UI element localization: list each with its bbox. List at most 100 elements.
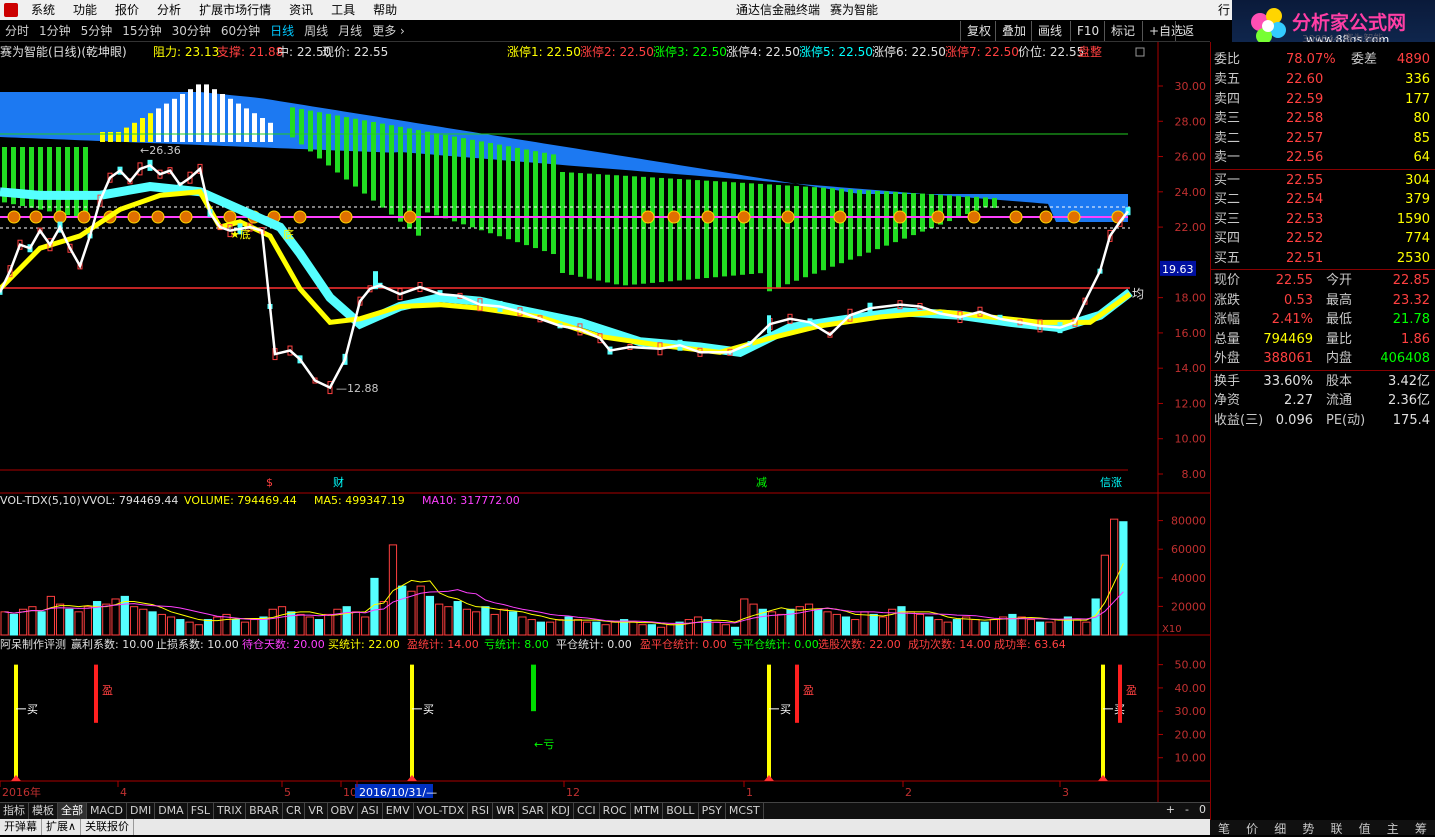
volume-field: VOLUME: 794469.44 [184, 494, 297, 507]
indicator-tab[interactable]: ROC [600, 803, 631, 819]
toolbar-button[interactable]: 叠加 [995, 21, 1032, 41]
indicator-tab[interactable]: MCST [726, 803, 764, 819]
period-tab[interactable]: 分时 [0, 21, 34, 41]
indicator-tab[interactable]: EMV [383, 803, 414, 819]
x-axis-label: 3 [1062, 786, 1069, 799]
indicator-tab[interactable]: TRIX [214, 803, 247, 819]
bottom-bar-button[interactable]: 关联报价 [81, 819, 135, 835]
menu-item[interactable]: 工具 [322, 0, 364, 20]
kline-chart-svg[interactable]: 30.0028.0026.0024.0022.0018.0016.0014.00… [0, 42, 1210, 802]
indicator-tab[interactable]: WR [493, 803, 519, 819]
indicator-tab[interactable]: VR [305, 803, 328, 819]
toolbar-button[interactable]: 画线 [1031, 21, 1068, 41]
toolbar-button[interactable]: 标记 [1104, 21, 1141, 41]
event-tag[interactable]: 减 [756, 476, 767, 489]
histogram-bar [848, 189, 853, 260]
signal-field: 盈平仓统计: 0.00 [640, 637, 727, 651]
indicator-tab[interactable]: KDJ [548, 803, 574, 819]
event-tag[interactable]: 信涨 [1100, 476, 1122, 489]
indicator-tab[interactable]: MACD [87, 803, 127, 819]
quote-value-2: 1.86 [1401, 331, 1430, 347]
menu-item[interactable]: 系统 [22, 0, 64, 20]
quote-label: 买一 [1214, 172, 1241, 188]
event-tag[interactable]: 财 [333, 475, 344, 489]
period-tab[interactable]: 日线 [265, 21, 299, 41]
quote-value: 2.41% [1271, 312, 1313, 327]
quote-tab[interactable]: 细 [1274, 820, 1286, 836]
period-tab[interactable]: 60分钟 [216, 21, 265, 41]
toolbar-button[interactable]: 复权 [960, 21, 997, 41]
quote-label: 买三 [1214, 211, 1241, 227]
app-icon[interactable] [4, 3, 18, 17]
event-tag[interactable]: $ [266, 476, 273, 489]
histogram-bar [317, 112, 322, 159]
nav-fragment[interactable]: 行 [1218, 0, 1230, 20]
indicator-tab[interactable]: 全部 [58, 803, 87, 819]
indicator-tab[interactable]: BRAR [246, 803, 284, 819]
tab-control-button[interactable]: 0 [1199, 803, 1206, 816]
bottom-annotation: ★底 [230, 227, 251, 241]
menu-item[interactable]: 功能 [64, 0, 106, 20]
signal-coin-marker [781, 210, 795, 224]
indicator-tab[interactable]: OBV [328, 803, 358, 819]
indicator-tab[interactable]: CR [283, 803, 306, 819]
chart-area[interactable]: 30.00 28.00 26.00 24.00 22.00 18.00 16.00 14.00… [0, 42, 1210, 802]
histogram-bar [389, 125, 394, 215]
bottom-bar-button[interactable]: 扩展∧ [42, 819, 82, 835]
indicator-tab[interactable]: CCI [574, 803, 600, 819]
tab-control-button[interactable]: + [1166, 803, 1175, 816]
quote-value: 78.07% [1286, 52, 1336, 67]
quote-label: 现价 [1214, 273, 1241, 288]
indicator-tab[interactable]: 模板 [29, 803, 58, 819]
menu-item[interactable]: 扩展市场行情 [190, 0, 280, 20]
period-tab[interactable]: 1分钟 [34, 21, 76, 41]
toolbar-button[interactable]: F10 [1070, 21, 1105, 41]
buy-signal-bar [14, 664, 18, 781]
signal-coin-marker [339, 210, 353, 224]
bottom-bar-button[interactable]: 开弹幕 [0, 819, 42, 835]
menu-item[interactable]: 报价 [106, 0, 148, 20]
period-tab[interactable]: 更多 › [367, 21, 410, 41]
indicator-tab[interactable]: RSI [468, 803, 494, 819]
indicator-tab[interactable]: BOLL [663, 803, 699, 819]
period-tab[interactable]: 5分钟 [76, 21, 118, 41]
histogram-bar [47, 147, 52, 212]
quote-volume: 1590 [1396, 211, 1430, 227]
quote-tab[interactable]: 价 [1246, 820, 1258, 836]
menu-item[interactable]: 资讯 [280, 0, 322, 20]
quote-label: 卖一 [1214, 150, 1241, 165]
indicator-tab[interactable]: VOL-TDX [414, 803, 469, 819]
quote-tab[interactable]: 主 [1387, 820, 1399, 836]
quote-value-2: 3.42亿 [1388, 373, 1430, 389]
x-axis-label: 2 [905, 786, 912, 799]
toolbar-button[interactable]: 返回 [1175, 21, 1210, 58]
indicator-tab[interactable]: SAR [519, 803, 549, 819]
indicator-tab[interactable]: DMA [155, 803, 188, 819]
menu-item[interactable]: 分析 [148, 0, 190, 20]
menu-item[interactable]: 帮助 [364, 0, 406, 20]
indicator-tab[interactable]: ASI [358, 803, 383, 819]
indicator-tab[interactable]: MTM [631, 803, 664, 819]
period-tab[interactable]: 15分钟 [117, 21, 166, 41]
period-tab[interactable]: 30分钟 [167, 21, 216, 41]
quote-tab[interactable]: 笔 [1218, 820, 1230, 836]
histogram-bar [353, 118, 358, 187]
quote-label-2: 量比 [1326, 331, 1353, 347]
signal-coin-marker [179, 210, 193, 224]
histogram-bar [533, 151, 538, 249]
quote-tab[interactable]: 值 [1359, 820, 1371, 836]
histogram-bar [587, 173, 592, 279]
tab-control-button[interactable]: - [1185, 803, 1189, 816]
quote-tab[interactable]: 联 [1331, 820, 1343, 836]
indicator-tab[interactable]: FSL [188, 803, 214, 819]
period-tab[interactable]: 月线 [333, 21, 367, 41]
quote-row: 委比 78.07% 委差 4890 [1211, 50, 1435, 69]
histogram-bar [148, 113, 153, 142]
indicator-tab[interactable]: PSY [699, 803, 726, 819]
indicator-tab[interactable]: 指标 [0, 803, 29, 819]
quote-tab[interactable]: 势 [1302, 820, 1314, 836]
buy-signal-bar [767, 664, 771, 781]
period-tab[interactable]: 周线 [299, 21, 333, 41]
quote-tab[interactable]: 筹 [1415, 820, 1427, 836]
indicator-tab[interactable]: DMI [127, 803, 156, 819]
